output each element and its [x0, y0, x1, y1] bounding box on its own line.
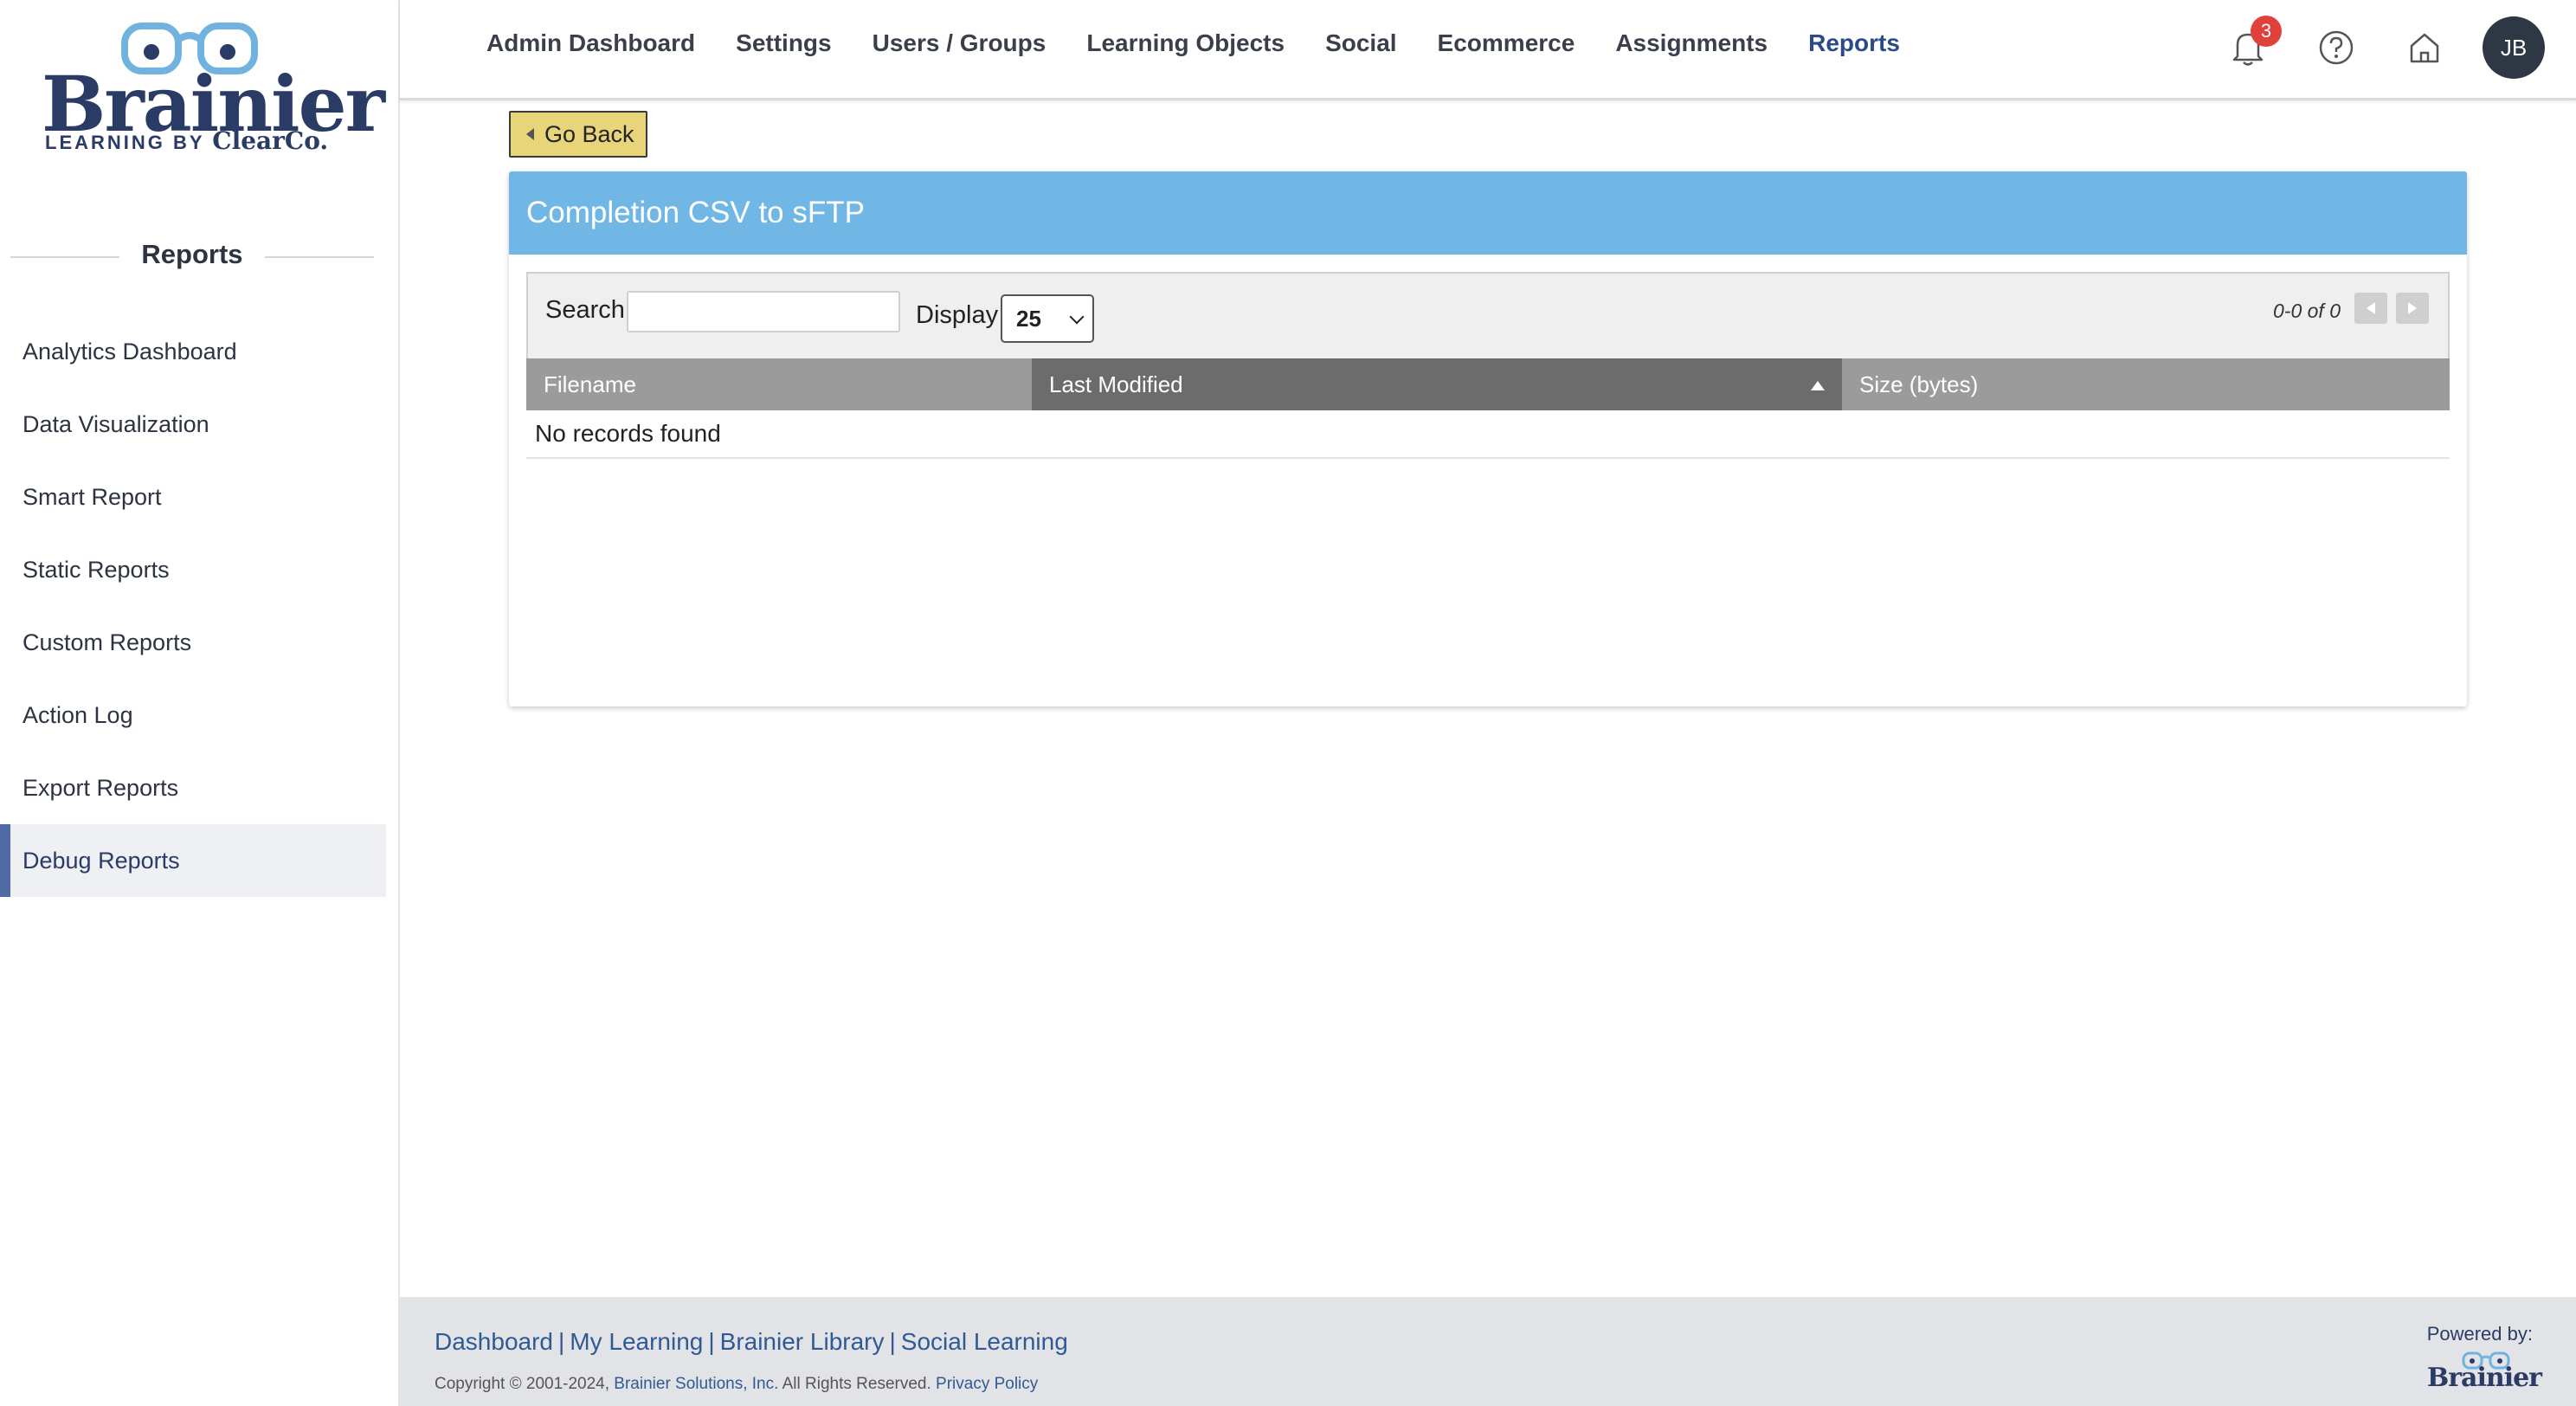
logo-tagline: LEARNING BY ClearCo.: [45, 126, 328, 155]
nav-item-assignments[interactable]: Assignments: [1615, 29, 1768, 57]
footer-link-my-learning[interactable]: My Learning: [570, 1328, 703, 1355]
logo-tagline-brand: ClearCo.: [212, 126, 329, 155]
sidebar-item-custom-reports[interactable]: Custom Reports: [0, 606, 386, 679]
search-label: Search: [545, 296, 625, 324]
powered-by-logo: Brainier: [2427, 1351, 2542, 1394]
powered-by-wordmark: Brainier: [2426, 1363, 2542, 1393]
sidebar-item-action-log[interactable]: Action Log: [0, 679, 386, 751]
files-table: Filename Last Modified Size (bytes) No r…: [526, 358, 2450, 459]
nav-item-settings[interactable]: Settings: [736, 29, 831, 57]
rights-text: All Rights Reserved.: [782, 1375, 931, 1393]
company-link[interactable]: Brainier Solutions, Inc.: [614, 1375, 778, 1393]
go-back-button[interactable]: Go Back: [509, 111, 647, 158]
sidebar-title: Reports: [141, 239, 243, 269]
column-header-last-modified[interactable]: Last Modified: [1032, 358, 1842, 410]
copyright: Copyright © 2001-2024, Brainier Solution…: [435, 1375, 1038, 1394]
next-page-button[interactable]: [2396, 293, 2429, 324]
footer: Dashboard | My Learning | Brainier Library | S…: [400, 1297, 2576, 1406]
arrow-left-icon: [2367, 302, 2375, 314]
arrow-right-icon: [2408, 302, 2417, 314]
nav-item-learning-objects[interactable]: Learning Objects: [1086, 29, 1285, 57]
copyright-prefix: Copyright © 2001-2024,: [435, 1375, 610, 1393]
nav-item-reports[interactable]: Reports: [1808, 29, 1900, 57]
sidebar-item-debug-reports[interactable]: Debug Reports: [0, 824, 386, 897]
notifications-button[interactable]: 3: [2226, 16, 2282, 69]
header-actions: 3 JB: [2226, 16, 2545, 80]
display-count-select[interactable]: 25: [1001, 294, 1094, 343]
sidebar-menu: Analytics Dashboard Data Visualization S…: [0, 315, 386, 897]
top-navigation-bar: Admin Dashboard Settings Users / Groups …: [400, 0, 2576, 100]
sidebar: Brainier LEARNING BY ClearCo. Reports An…: [0, 0, 400, 1406]
home-button[interactable]: [2403, 26, 2446, 69]
report-panel: Completion CSV to sFTP Search Display 25…: [509, 171, 2467, 706]
sidebar-item-data-visualization[interactable]: Data Visualization: [0, 388, 386, 461]
logo-tagline-text: LEARNING BY: [45, 132, 205, 153]
privacy-policy-link[interactable]: Privacy Policy: [936, 1375, 1038, 1393]
sidebar-item-smart-report[interactable]: Smart Report: [0, 461, 386, 533]
chevron-down-icon: [1069, 309, 1085, 325]
caret-left-icon: [526, 128, 534, 140]
powered-by-label: Powered by:: [2426, 1323, 2533, 1345]
panel-title: Completion CSV to sFTP: [509, 171, 2467, 255]
separator: |: [889, 1328, 896, 1355]
nav-item-users-groups[interactable]: Users / Groups: [873, 29, 1046, 57]
brainier-logo[interactable]: Brainier LEARNING BY ClearCo.: [42, 21, 385, 159]
sidebar-item-static-reports[interactable]: Static Reports: [0, 533, 386, 606]
footer-links: Dashboard | My Learning | Brainier Library | S…: [435, 1328, 1068, 1356]
display-count-value: 25: [1016, 305, 1041, 332]
nav-item-social[interactable]: Social: [1325, 29, 1396, 57]
footer-link-brainier-library[interactable]: Brainier Library: [720, 1328, 885, 1355]
nav-item-admin-dashboard[interactable]: Admin Dashboard: [486, 29, 695, 57]
separator: |: [708, 1328, 715, 1355]
notification-count-badge: 3: [2251, 16, 2282, 47]
display-label: Display: [916, 301, 999, 329]
column-header-label: Last Modified: [1049, 371, 1183, 397]
column-header-filename[interactable]: Filename: [526, 358, 1032, 410]
pagination-info: 0-0 of 0: [2273, 300, 2341, 322]
column-header-size[interactable]: Size (bytes): [1842, 358, 2450, 410]
sidebar-item-export-reports[interactable]: Export Reports: [0, 751, 386, 824]
search-input[interactable]: [627, 291, 900, 332]
main-nav: Admin Dashboard Settings Users / Groups …: [486, 29, 1941, 57]
footer-link-social-learning[interactable]: Social Learning: [901, 1328, 1068, 1355]
previous-page-button[interactable]: [2354, 293, 2387, 324]
nav-item-ecommerce[interactable]: Ecommerce: [1438, 29, 1575, 57]
help-icon: [2319, 30, 2354, 65]
user-avatar[interactable]: JB: [2483, 16, 2545, 79]
sidebar-item-analytics-dashboard[interactable]: Analytics Dashboard: [0, 315, 386, 388]
empty-message: No records found: [526, 410, 2450, 459]
home-icon: [2410, 33, 2439, 63]
help-button[interactable]: [2315, 26, 2358, 69]
footer-link-dashboard[interactable]: Dashboard: [435, 1328, 553, 1355]
grid-toolbar: Search Display 25 0-0 of 0: [526, 272, 2450, 358]
go-back-label: Go Back: [544, 120, 634, 147]
sort-ascending-icon: [1811, 381, 1825, 390]
sidebar-heading: Reports: [10, 234, 374, 277]
table-header: Filename Last Modified Size (bytes): [526, 358, 2450, 410]
separator: |: [557, 1328, 565, 1355]
